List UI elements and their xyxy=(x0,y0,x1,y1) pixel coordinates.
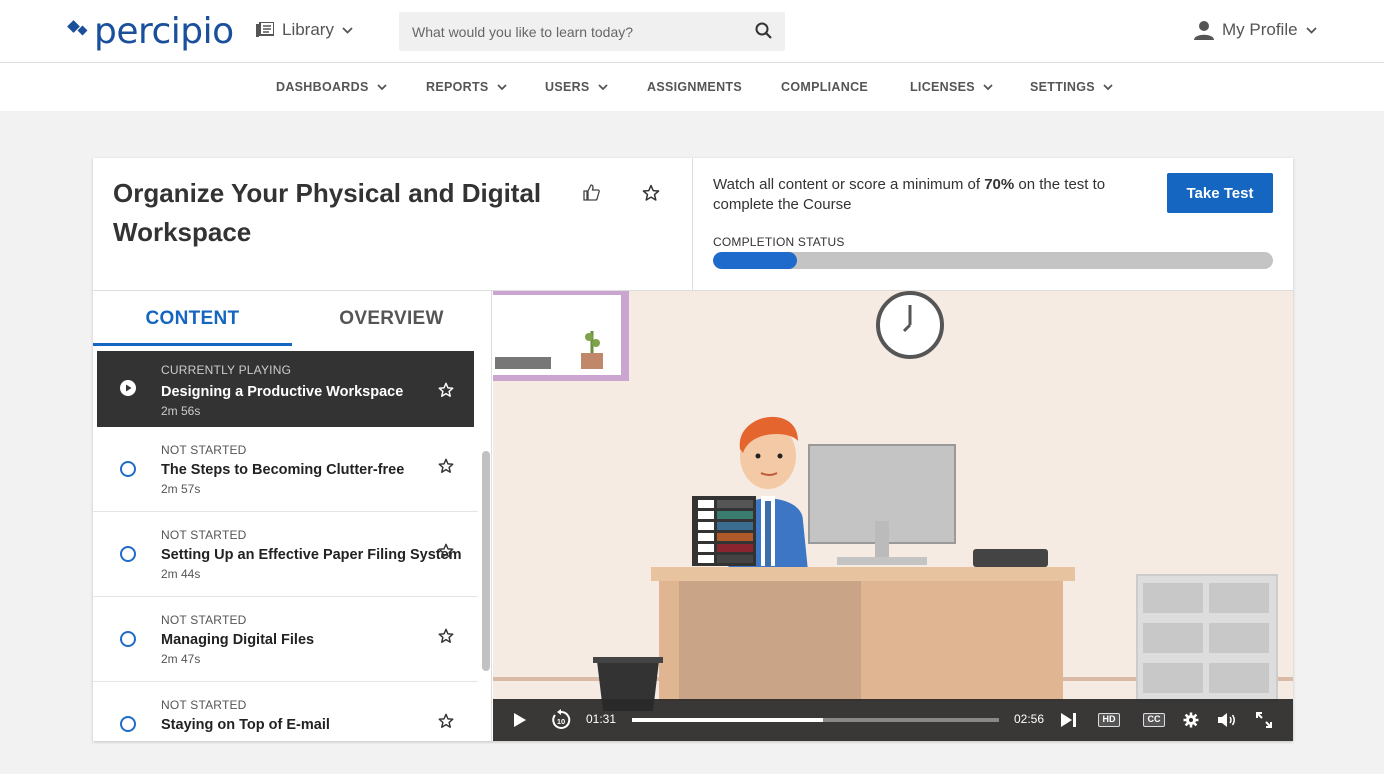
course-title: Organize Your Physical and Digital Works… xyxy=(113,178,542,247)
gear-icon[interactable] xyxy=(1183,712,1199,728)
list-scrollbar[interactable] xyxy=(482,451,490,671)
take-test-button[interactable]: Take Test xyxy=(1167,173,1273,213)
seek-bar-played xyxy=(632,718,823,722)
volume-icon[interactable] xyxy=(1217,712,1237,728)
top-header: percipio Library My Profile xyxy=(0,0,1384,63)
item-title: Designing a Productive Workspace xyxy=(161,384,404,400)
nav-dashboards[interactable]: DASHBOARDS xyxy=(276,80,387,94)
play-circle-icon xyxy=(120,380,136,396)
my-profile-menu[interactable]: My Profile xyxy=(1194,20,1317,40)
content-tabs: CONTENT OVERVIEW xyxy=(93,291,491,346)
not-started-icon xyxy=(120,546,136,562)
star-icon[interactable] xyxy=(642,184,660,202)
nav-label: REPORTS xyxy=(426,80,489,94)
item-title: Managing Digital Files xyxy=(161,632,315,648)
closed-captions-toggle[interactable]: CC xyxy=(1143,713,1165,727)
play-icon[interactable] xyxy=(513,712,527,728)
logo-mark-icon xyxy=(67,20,88,36)
nav-label: USERS xyxy=(545,80,590,94)
not-started-icon xyxy=(120,461,136,477)
nav-assignments[interactable]: ASSIGNMENTS xyxy=(647,80,742,94)
nav-label: DASHBOARDS xyxy=(276,80,369,94)
rewind-10-icon[interactable]: 10 xyxy=(550,709,572,731)
chevron-down-icon xyxy=(496,84,507,90)
search-input[interactable] xyxy=(399,12,739,51)
logo-text: percipio xyxy=(94,11,234,52)
admin-nav: DASHBOARDS REPORTS USERS ASSIGNMENTS COM… xyxy=(0,63,1384,111)
item-duration: 2m 57s xyxy=(161,482,201,496)
nav-label: COMPLIANCE xyxy=(781,80,869,94)
video-frame-illustration xyxy=(493,291,1293,741)
chevron-down-icon xyxy=(342,26,353,34)
star-icon[interactable] xyxy=(438,713,454,729)
item-status: CURRENTLY PLAYING xyxy=(161,363,292,377)
nav-settings[interactable]: SETTINGS xyxy=(1030,80,1113,94)
current-time: 01:31 xyxy=(586,712,617,726)
requirement-threshold: 70% xyxy=(984,176,1015,193)
item-status: NOT STARTED xyxy=(161,528,247,542)
course-header: Organize Your Physical and Digital Works… xyxy=(93,158,693,291)
star-icon[interactable] xyxy=(438,543,454,559)
not-started-icon xyxy=(120,631,136,647)
item-status: NOT STARTED xyxy=(161,443,247,457)
nav-compliance[interactable]: COMPLIANCE xyxy=(781,80,868,94)
next-track-icon[interactable] xyxy=(1060,712,1078,728)
nav-label: SETTINGS xyxy=(1030,80,1095,94)
profile-label: My Profile xyxy=(1222,20,1298,39)
library-menu[interactable]: Library xyxy=(256,20,353,40)
rewind-label: 10 xyxy=(557,717,565,726)
completion-status-label: COMPLETION STATUS xyxy=(713,235,845,249)
item-duration: 2m 56s xyxy=(161,404,201,418)
star-icon[interactable] xyxy=(438,628,454,644)
star-icon[interactable] xyxy=(438,458,454,474)
completion-progress-bar xyxy=(713,252,1273,269)
nav-reports[interactable]: REPORTS xyxy=(426,80,507,94)
user-icon xyxy=(1194,21,1214,40)
content-panel: CONTENT OVERVIEW CURRENTLY PLAYING Desig… xyxy=(93,291,492,741)
seek-bar[interactable] xyxy=(632,718,999,722)
list-item[interactable]: NOT STARTED Staying on Top of E-mail xyxy=(93,682,478,741)
item-title: Setting Up an Effective Paper Filing Sys… xyxy=(161,547,462,563)
completion-progress-fill xyxy=(713,252,797,269)
search-box xyxy=(399,12,785,51)
tab-content[interactable]: CONTENT xyxy=(93,291,292,346)
thumbs-up-icon[interactable] xyxy=(583,184,600,201)
item-status: NOT STARTED xyxy=(161,613,247,627)
item-duration: 2m 44s xyxy=(161,567,201,581)
item-status: NOT STARTED xyxy=(161,698,247,712)
nav-label: LICENSES xyxy=(910,80,975,94)
total-time: 02:56 xyxy=(1014,712,1045,726)
library-label: Library xyxy=(282,20,334,39)
tab-overview[interactable]: OVERVIEW xyxy=(292,291,491,346)
nav-users[interactable]: USERS xyxy=(545,80,608,94)
chevron-down-icon xyxy=(1305,26,1317,34)
player-controls: 10 01:31 02:56 HD CC xyxy=(493,699,1293,741)
list-item[interactable]: NOT STARTED Managing Digital Files 2m 47… xyxy=(93,597,478,682)
video-player[interactable]: 10 01:31 02:56 HD CC xyxy=(493,291,1293,741)
search-icon[interactable] xyxy=(755,22,773,40)
item-title: The Steps to Becoming Clutter-free xyxy=(161,462,405,478)
list-item[interactable]: CURRENTLY PLAYING Designing a Productive… xyxy=(97,351,474,427)
not-started-icon xyxy=(120,716,136,732)
chevron-down-icon xyxy=(1103,84,1113,90)
requirement-prefix: Watch all content or score a minimum of xyxy=(713,176,985,193)
completion-requirement: Watch all content or score a minimum of … xyxy=(713,175,1153,215)
chevron-down-icon xyxy=(983,84,993,90)
nav-label: ASSIGNMENTS xyxy=(647,80,742,94)
chevron-down-icon xyxy=(597,84,608,90)
item-duration: 2m 47s xyxy=(161,652,201,666)
percipio-logo[interactable]: percipio xyxy=(66,10,234,54)
star-icon[interactable] xyxy=(438,382,454,398)
fullscreen-icon[interactable] xyxy=(1256,712,1272,728)
list-item[interactable]: NOT STARTED Setting Up an Effective Pape… xyxy=(93,512,478,597)
completion-panel: Watch all content or score a minimum of … xyxy=(693,158,1293,291)
content-list: CURRENTLY PLAYING Designing a Productive… xyxy=(93,349,478,741)
course-card: Organize Your Physical and Digital Works… xyxy=(93,158,1293,741)
library-icon xyxy=(256,22,274,37)
nav-licenses[interactable]: LICENSES xyxy=(910,80,993,94)
item-title: Staying on Top of E-mail xyxy=(161,717,330,733)
hd-toggle[interactable]: HD xyxy=(1098,713,1120,727)
list-item[interactable]: NOT STARTED The Steps to Becoming Clutte… xyxy=(93,427,478,512)
chevron-down-icon xyxy=(376,84,387,90)
